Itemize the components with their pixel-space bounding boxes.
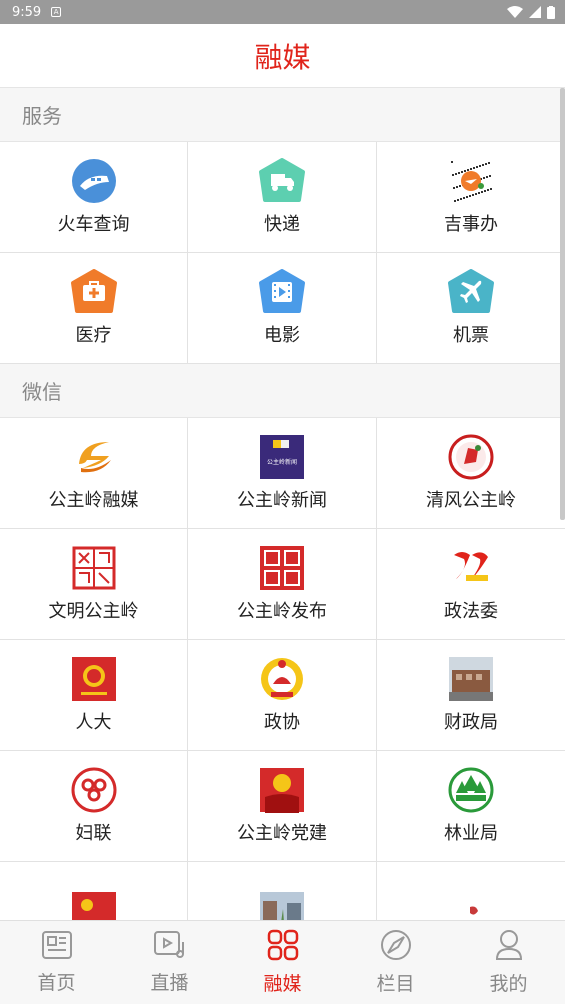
gzl-rongmei-logo-icon	[71, 434, 117, 480]
grid-item-label: 妇联	[75, 823, 112, 844]
grid-item[interactable]	[188, 862, 377, 920]
tab-item[interactable]: 我的	[452, 921, 565, 1004]
tab-item[interactable]: 栏目	[339, 921, 452, 1004]
tab-label: 我的	[489, 973, 528, 995]
app-header: 融媒	[0, 24, 565, 88]
grid-rongmei-icon	[267, 929, 299, 965]
status-icons	[507, 5, 555, 19]
forestry-logo-icon	[448, 767, 494, 813]
user-icon	[494, 929, 524, 965]
wechat-grid: 公主岭融媒 公主岭新闻 公主岭新闻 清风公主岭 文明公主岭 公主岭发布 政法委 人大 政协 财政局…	[0, 418, 565, 920]
home-news-icon	[41, 930, 73, 964]
grid-item-label: 人大	[75, 712, 112, 733]
services-grid: 火车查询 快递 吉事办医疗 电影 机票	[0, 142, 565, 364]
tab-item[interactable]: 融媒	[226, 921, 339, 1004]
grid-item-label: 火车查询	[57, 214, 130, 235]
grid-item-label: 快递	[264, 214, 300, 235]
film-icon	[259, 269, 305, 315]
grid-item[interactable]	[0, 862, 188, 920]
grid-item[interactable]: 快递	[188, 142, 377, 253]
grid-item-label: 文明公主岭	[48, 601, 139, 622]
grid-item[interactable]: 电影	[188, 253, 377, 364]
wenming-seal-icon	[71, 545, 117, 591]
jishiban-logo-icon	[448, 158, 494, 204]
train-icon	[71, 158, 117, 204]
grid-item-label: 吉事办	[444, 214, 498, 235]
gzl-news-logo-icon: 公主岭新闻	[259, 434, 305, 480]
grid-item[interactable]: 公主岭党建	[188, 751, 377, 862]
grid-item-label: 公主岭发布	[237, 601, 327, 622]
grid-item[interactable]: 清风公主岭	[377, 418, 565, 529]
delivery-truck-icon	[259, 158, 305, 204]
grid-item[interactable]: 医疗	[0, 253, 188, 364]
grid-item[interactable]: 政协	[188, 640, 377, 751]
grid-item[interactable]: 文明公主岭	[0, 529, 188, 640]
fulian-logo-icon	[71, 767, 117, 813]
status-time: 9:59	[12, 4, 42, 20]
battery-icon	[547, 5, 555, 19]
grid-item[interactable]: 林业局	[377, 751, 565, 862]
grid-item[interactable]	[377, 862, 565, 920]
airplane-icon	[448, 269, 494, 315]
grid-item[interactable]: 火车查询	[0, 142, 188, 253]
grid-item[interactable]: 吉事办	[377, 142, 565, 253]
tab-item[interactable]: 直播	[113, 921, 226, 1004]
tab-label: 栏目	[376, 973, 415, 995]
tab-item[interactable]: 首页	[0, 921, 113, 1004]
fabu-seal-icon	[259, 545, 305, 591]
svg-text:公主岭新闻: 公主岭新闻	[267, 458, 297, 466]
grid-item[interactable]: 公主岭融媒	[0, 418, 188, 529]
status-bar: 9:59 A	[0, 0, 565, 24]
grid-item-label: 电影	[264, 325, 300, 346]
grid-item[interactable]: 政法委	[377, 529, 565, 640]
tab-label: 首页	[37, 972, 76, 994]
grid-item-label: 机票	[453, 325, 489, 346]
main-content[interactable]: 服务 火车查询 快递 吉事办 医疗 电影 机票 微信 公主岭融媒 公主岭新闻 公主岭新闻 清风公…	[0, 88, 565, 920]
page-title: 融媒	[254, 40, 311, 74]
grid-item-label: 公主岭新闻	[237, 490, 327, 511]
wifi-icon	[507, 6, 523, 18]
seal-logo-icon	[448, 891, 494, 920]
medical-kit-icon	[70, 269, 117, 315]
bottom-tab-bar: 首页 直播 融媒 栏目 我的	[0, 920, 565, 1004]
street-photo-icon	[259, 891, 305, 920]
signal-icon	[529, 6, 541, 18]
grid-item-label: 公主岭融媒	[48, 490, 139, 511]
zhengxie-emblem-icon	[259, 656, 305, 702]
compass-icon	[380, 929, 412, 965]
grid-item-label: 财政局	[444, 712, 498, 733]
zhengfawei-logo-icon	[448, 545, 494, 591]
grid-item-label: 政协	[264, 712, 300, 733]
grid-item-label: 政法委	[444, 601, 498, 622]
grid-item-label: 林业局	[444, 823, 498, 844]
renda-emblem-icon	[71, 656, 117, 702]
finance-building-photo-icon	[448, 656, 494, 702]
tab-label: 直播	[150, 972, 189, 994]
tab-label: 融媒	[263, 973, 302, 995]
grid-item[interactable]: 机票	[377, 253, 565, 364]
section-title-services: 服务	[0, 88, 565, 142]
scrollbar[interactable]	[560, 88, 565, 520]
grid-item-label: 公主岭党建	[237, 823, 327, 844]
grid-item[interactable]: 财政局	[377, 640, 565, 751]
grid-item[interactable]: 妇联	[0, 751, 188, 862]
section-title-wechat: 微信	[0, 364, 565, 418]
live-video-icon	[153, 930, 187, 964]
qingfeng-logo-icon	[448, 434, 494, 480]
grid-item-label: 清风公主岭	[426, 490, 516, 511]
grid-item[interactable]: 公主岭新闻 公主岭新闻	[188, 418, 377, 529]
grid-item-label: 医疗	[75, 325, 112, 346]
party-building-logo-icon	[259, 767, 305, 813]
grid-item[interactable]: 人大	[0, 640, 188, 751]
notification-icon: A	[51, 7, 62, 17]
party-flag-icon	[71, 891, 117, 920]
grid-item[interactable]: 公主岭发布	[188, 529, 377, 640]
